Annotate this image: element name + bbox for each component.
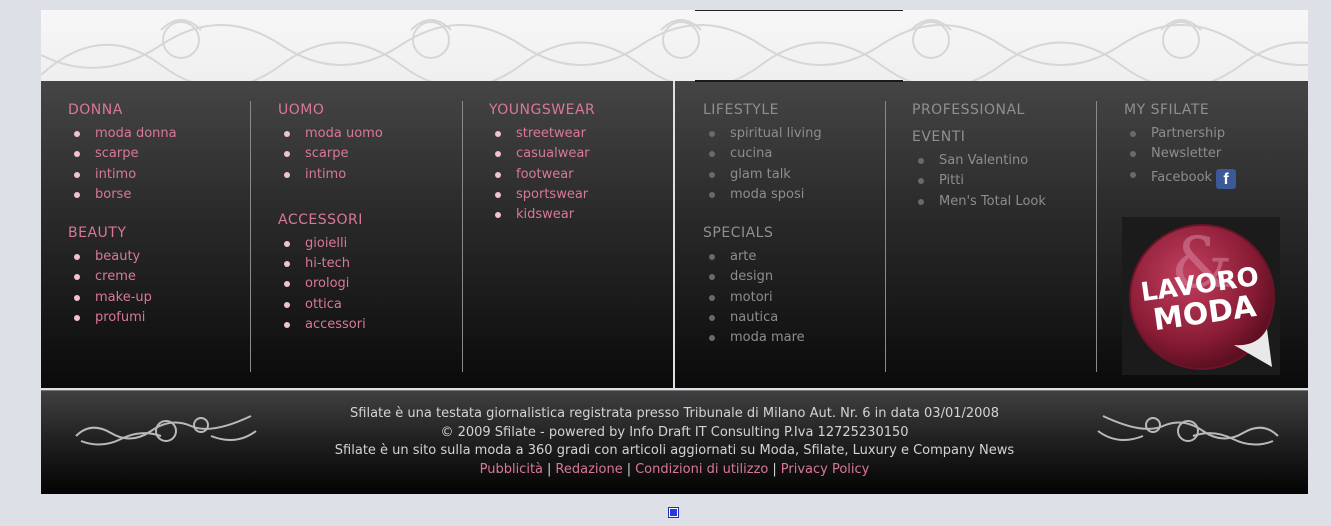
ornament-right [1097,415,1279,446]
menu-panel-left: DONNA moda donna scarpe intimo borse BEA… [41,81,673,388]
menu-item[interactable]: profumi [68,308,177,328]
menu-group-specials: SPECIALS arte design motori nautica moda… [703,224,822,348]
menu-item[interactable]: motori [703,288,822,308]
small-blue-square-icon[interactable] [668,507,679,518]
menu-group-youngswear: YOUNGSWEAR streetwear casualwear footwea… [489,101,595,225]
legal-footer: Sfilate è una testata giornalistica regi… [41,390,1308,494]
menu-item[interactable]: beauty [68,247,177,267]
link-separator: | [626,461,632,477]
header-ornament-banner [41,10,1308,81]
menu-heading-professional[interactable]: PROFESSIONAL [912,101,1046,119]
footer-link-privacy[interactable]: Privacy Policy [781,462,870,477]
column-divider [1096,101,1097,372]
footer-copyright-line: © 2009 Sfilate - powered by Info Draft I… [440,424,909,440]
menu-item[interactable]: footwear [489,165,595,185]
menu-item[interactable]: make-up [68,288,177,308]
column-divider [885,101,886,372]
menu-group-donna: DONNA moda donna scarpe intimo borse [68,101,177,205]
ornament-left [75,415,257,446]
menu-item[interactable]: accessori [278,315,383,335]
facebook-icon[interactable]: f [1216,168,1237,189]
facebook-label[interactable]: Facebook [1151,170,1212,185]
menu-group-lifestyle: LIFESTYLE spiritual living cucina glam t… [703,101,822,205]
menu-item[interactable]: Men's Total Look [912,192,1046,212]
footer-links: Pubblicità | Redazione | Condizioni di utili… [241,461,1108,480]
menu-item[interactable]: hi-tech [278,254,383,274]
menu-item[interactable]: intimo [278,165,383,185]
link-separator: | [547,461,552,477]
menu-item-facebook[interactable]: Facebook f [1124,165,1237,191]
menu-heading-lifestyle[interactable]: LIFESTYLE [703,101,822,119]
menu-column-donna-beauty: DONNA moda donna scarpe intimo borse BEA… [68,101,177,328]
menu-item[interactable]: design [703,267,822,287]
footer-link-condizioni[interactable]: Condizioni di utilizzo [635,462,768,477]
footer-text-block: Sfilate è una testata giornalistica regi… [241,405,1108,479]
menu-item[interactable]: San Valentino [912,151,1046,171]
menu-column-professional: PROFESSIONAL EVENTI San Valentino Pitti … [912,101,1046,212]
menu-heading-uomo[interactable]: UOMO [278,101,383,119]
menu-item[interactable]: casualwear [489,144,595,164]
menu-heading-my-sfilate[interactable]: MY SFILATE [1124,101,1236,119]
menu-item[interactable]: scarpe [68,144,177,164]
menu-item[interactable]: Partnership [1124,124,1236,144]
menu-item[interactable]: scarpe [278,144,383,164]
menu-item[interactable]: borse [68,185,177,205]
menu-item[interactable]: glam talk [703,165,822,185]
menu-heading-donna[interactable]: DONNA [68,101,177,119]
menu-item[interactable]: Newsletter [1124,144,1236,164]
menu-item[interactable]: moda donna [68,124,177,144]
menu-group-accessori: ACCESSORI gioielli hi-tech orologi ottic… [278,211,383,335]
menu-column-youngswear: YOUNGSWEAR streetwear casualwear footwea… [489,101,595,225]
menu-heading-eventi[interactable]: EVENTI [912,128,1046,146]
menu-group-beauty: BEAUTY beauty creme make-up profumi [68,224,177,328]
menu-item[interactable]: sportswear [489,185,595,205]
menu-heading-beauty[interactable]: BEAUTY [68,224,177,242]
menu-item[interactable]: nautica [703,308,822,328]
menu-column-my-sfilate: MY SFILATE Partnership Newsletter Facebo… [1124,101,1237,191]
menu-item[interactable]: ottica [278,295,383,315]
menu-item[interactable]: gioielli [278,234,383,254]
footer-registration-line: Sfilate è una testata giornalistica regi… [350,406,999,421]
menu-item[interactable]: Pitti [912,171,1046,191]
menu-heading-youngswear[interactable]: YOUNGSWEAR [489,101,595,119]
link-separator: | [772,461,777,477]
menu-item[interactable]: kidswear [489,205,595,225]
menu-item[interactable]: arte [703,247,822,267]
menu-heading-accessori[interactable]: ACCESSORI [278,211,383,229]
column-divider [462,101,463,372]
footer-link-redazione[interactable]: Redazione [555,462,622,477]
menu-item[interactable]: orologi [278,274,383,294]
menu-item[interactable]: creme [68,267,177,287]
lavoro-moda-badge[interactable]: & LAVORO MODA [1122,217,1280,375]
menu-group-uomo: UOMO moda uomo scarpe intimo [278,101,383,185]
column-divider [250,101,251,372]
footer-description-line: Sfilate è un sito sulla moda a 360 gradi… [334,443,1015,458]
menu-item[interactable]: spiritual living [703,124,822,144]
menu-item[interactable]: intimo [68,165,177,185]
menu-item[interactable]: moda mare [703,328,822,348]
menu-column-uomo-accessori: UOMO moda uomo scarpe intimo ACCESSORI g… [278,101,383,335]
menu-item[interactable]: cucina [703,144,822,164]
menu-item[interactable]: streetwear [489,124,595,144]
menu-item[interactable]: moda uomo [278,124,383,144]
site-footer-area: DONNA moda donna scarpe intimo borse BEA… [41,10,1308,494]
menu-heading-specials[interactable]: SPECIALS [703,224,822,242]
menu-item[interactable]: moda sposi [703,185,822,205]
footer-link-pubblicita[interactable]: Pubblicità [480,462,543,477]
menu-column-lifestyle-specials: LIFESTYLE spiritual living cucina glam t… [703,101,822,349]
header-divider-line [695,10,903,11]
